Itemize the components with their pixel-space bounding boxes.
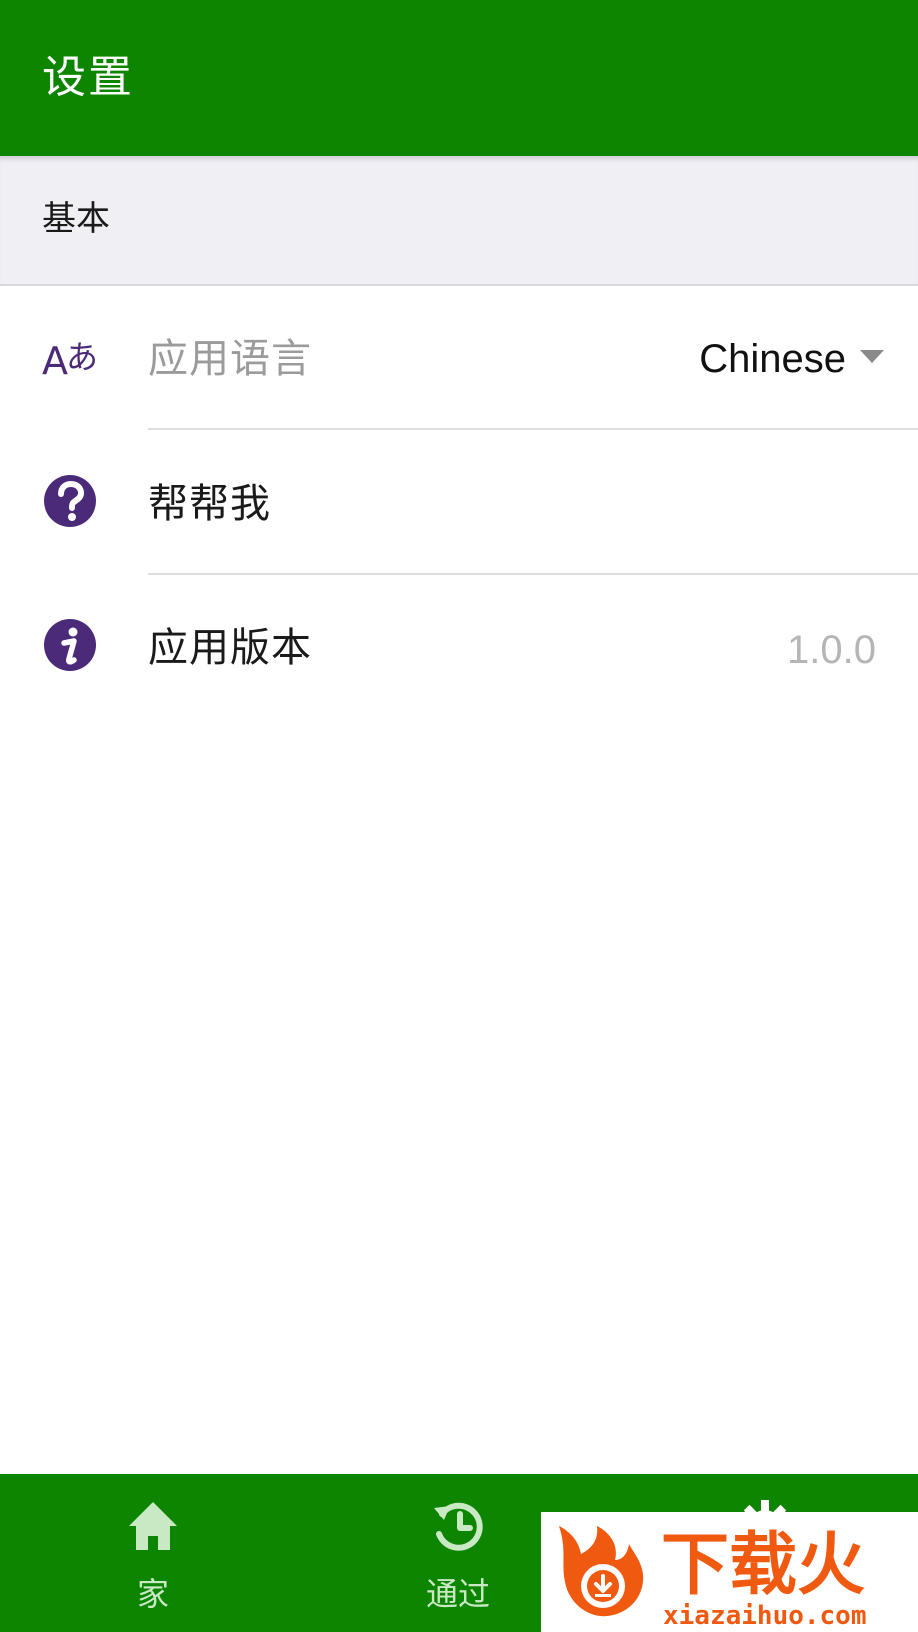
section-title: 基本 (42, 199, 110, 239)
language-label: 应用语言 (148, 336, 312, 382)
watermark-brand: 下载火 (661, 1526, 865, 1605)
settings-row-version: 应用版本 1.0.0 (0, 575, 918, 719)
section-header-basic: 基本 (0, 156, 918, 286)
version-value: 1.0.0 (787, 628, 876, 672)
nav-label-pass: 通过 (425, 1575, 490, 1613)
help-label: 帮帮我 (148, 481, 271, 527)
settings-row-language[interactable]: A あ 应用语言 Chinese (0, 286, 918, 430)
chevron-down-icon[interactable] (860, 350, 884, 363)
flame-logo-icon (559, 1526, 644, 1617)
help-circle-icon (44, 475, 96, 527)
version-label: 应用版本 (148, 625, 312, 671)
nav-item-pass[interactable]: 通过 (358, 1474, 558, 1632)
settings-row-help[interactable]: 帮帮我 (0, 431, 918, 575)
history-icon (434, 1502, 483, 1551)
watermark-url: xiazaihuo.com (663, 1601, 867, 1631)
nav-item-home[interactable]: 家 (53, 1474, 253, 1632)
divider (148, 428, 918, 430)
home-icon (129, 1502, 177, 1550)
translate-icon: A あ (42, 338, 98, 383)
watermark: 下载火 xiazaihuo.com (541, 1512, 918, 1632)
app-bar: 设置 (0, 0, 918, 156)
svg-text:あ: あ (66, 338, 98, 376)
nav-label-home: 家 (136, 1575, 169, 1613)
watermark-text: 下载火 xiazaihuo.com (661, 1526, 867, 1631)
page-title: 设置 (42, 52, 134, 103)
svg-text:A: A (42, 339, 68, 383)
info-circle-icon (44, 619, 96, 671)
language-select-value[interactable]: Chinese (699, 332, 846, 386)
